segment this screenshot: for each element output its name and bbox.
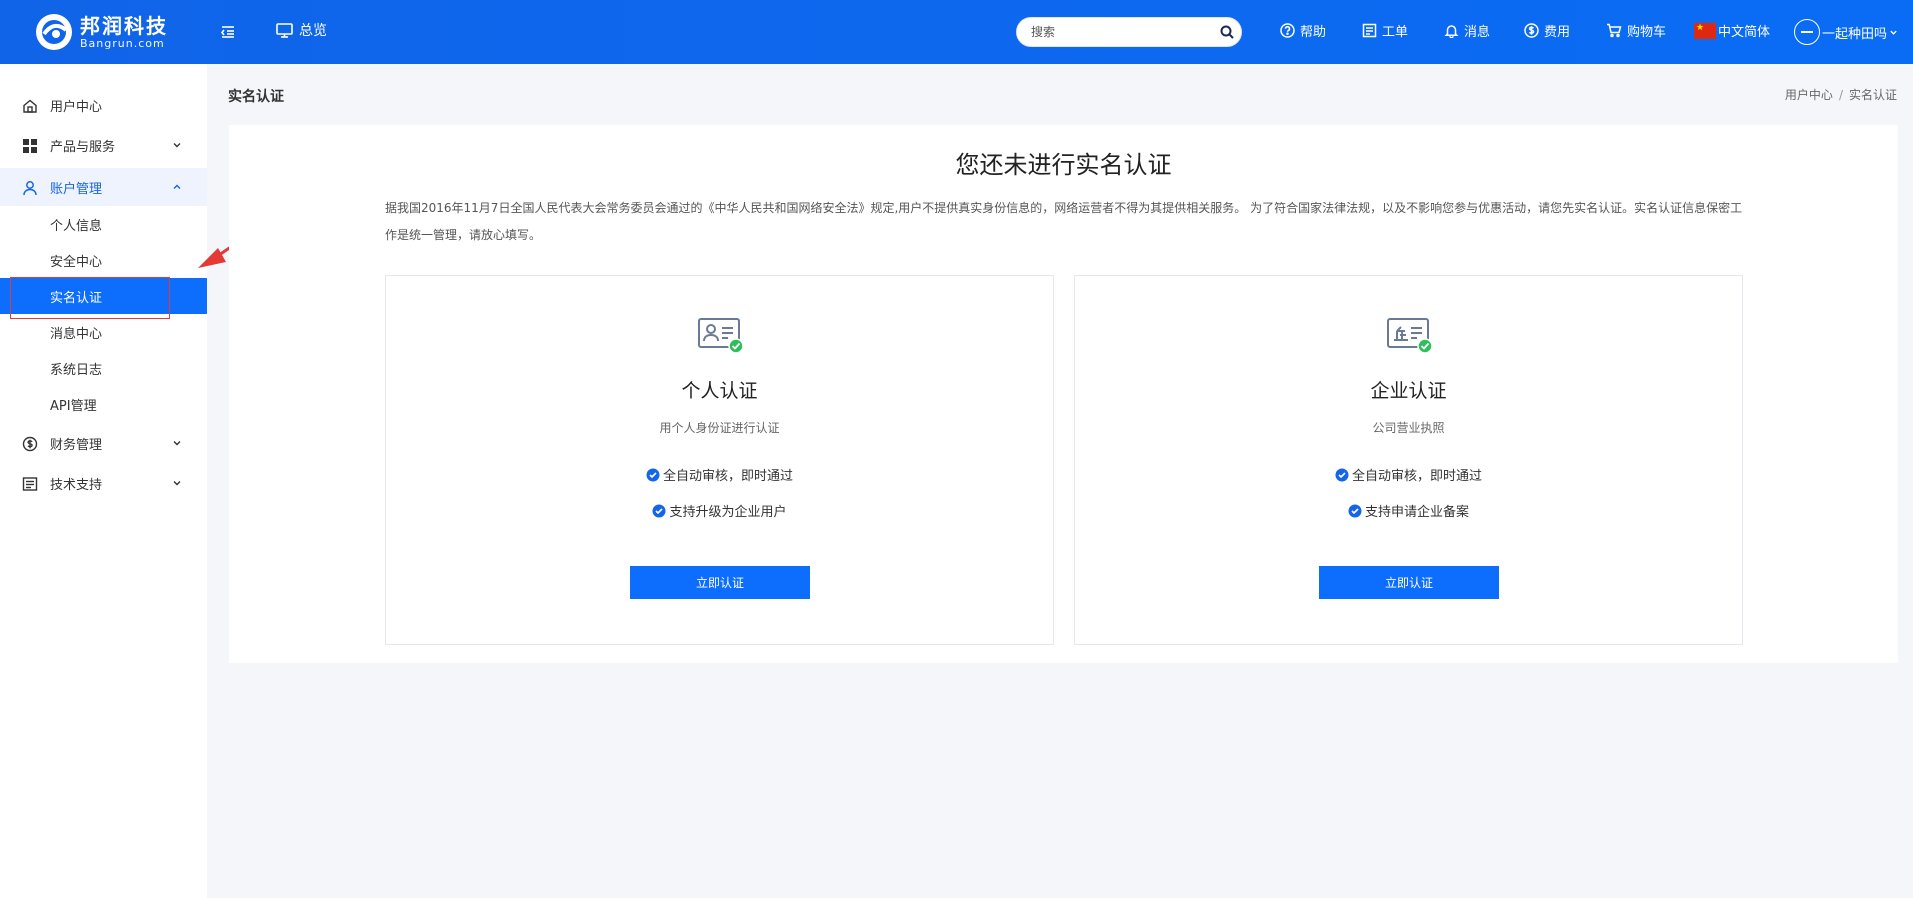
check-circle-icon xyxy=(1348,504,1362,517)
feature-text: 支持升级为企业用户 xyxy=(669,505,787,520)
dollar-icon xyxy=(22,436,38,452)
sidebar-item-label: 财务管理 xyxy=(50,437,103,453)
feature-item: 支持申请企业备案 xyxy=(1075,501,1742,520)
sidebar-subitem-label: API管理 xyxy=(50,398,97,414)
verification-panel: 您还未进行实名认证 据我国2016年11月7日全国人民代表大会常务委员会通过的《… xyxy=(229,125,1898,663)
sidebar-subitem-messages[interactable]: 消息中心 xyxy=(0,314,207,350)
feature-item: 全自动审核，即时通过 xyxy=(386,465,1053,484)
bell-icon xyxy=(1444,25,1459,38)
card-subtitle: 用个人身份证进行认证 xyxy=(659,421,780,435)
business-license-icon xyxy=(1387,318,1433,354)
sidebar-subitem-label: 消息中心 xyxy=(50,326,103,342)
check-circle-icon xyxy=(1335,468,1349,481)
feature-item: 支持升级为企业用户 xyxy=(386,501,1053,520)
top-header: 邦润科技 Bangrun.com 总览 帮助 工单 消息 费用 xyxy=(0,0,1913,64)
check-circle-icon xyxy=(652,504,666,517)
help-link[interactable]: 帮助 xyxy=(1280,21,1326,40)
breadcrumb: 用户中心 / 实名认证 xyxy=(1785,86,1897,103)
feature-text: 全自动审核，即时通过 xyxy=(1351,469,1482,484)
sidebar-item-products[interactable]: 产品与服务 xyxy=(0,127,207,163)
check-circle-icon xyxy=(646,468,660,481)
sidebar-subitem-system-log[interactable]: 系统日志 xyxy=(0,350,207,386)
id-card-icon xyxy=(698,318,744,354)
sidebar-subitem-api[interactable]: API管理 xyxy=(0,386,207,422)
card-title: 企业认证 xyxy=(1370,380,1447,402)
question-icon xyxy=(1280,23,1295,38)
cart-label: 购物车 xyxy=(1627,25,1667,40)
sidebar-item-finance[interactable]: 财务管理 xyxy=(0,425,207,461)
overview-link[interactable]: 总览 xyxy=(276,20,327,40)
search-icon[interactable] xyxy=(1213,18,1241,46)
page-title: 实名认证 xyxy=(228,89,284,105)
feature-text: 全自动审核，即时通过 xyxy=(662,469,793,484)
sidebar-subitem-label: 个人信息 xyxy=(50,218,103,234)
cart-link[interactable]: 购物车 xyxy=(1606,21,1666,40)
monitor-icon xyxy=(276,22,293,38)
search-input[interactable] xyxy=(1017,18,1213,46)
help-label: 帮助 xyxy=(1300,25,1327,40)
list-icon xyxy=(22,477,38,491)
ticket-label: 工单 xyxy=(1382,25,1409,40)
sidebar-subitem-label: 系统日志 xyxy=(50,362,103,378)
ticket-icon xyxy=(1362,23,1377,38)
avatar xyxy=(1794,19,1820,45)
message-label: 消息 xyxy=(1464,25,1491,40)
chevron-down-icon xyxy=(173,143,181,148)
sidebar-item-label: 产品与服务 xyxy=(50,139,116,155)
logo-text-en: Bangrun.com xyxy=(80,36,165,50)
chevron-down-icon xyxy=(1890,30,1897,35)
sidebar: 用户中心 产品与服务 账户管理 个人信息 安全中心 实名认证 消息中心 系统日志… xyxy=(0,64,207,898)
logo-text-cn: 邦润科技 xyxy=(80,13,168,38)
cost-label: 费用 xyxy=(1544,25,1571,40)
feature-item: 全自动审核，即时通过 xyxy=(1075,465,1742,484)
language-switch[interactable]: ★ 中文简体 xyxy=(1694,21,1770,40)
sidebar-subitem-label: 实名认证 xyxy=(50,290,103,306)
legal-notice: 据我国2016年11月7日全国人民代表大会常务委员会通过的《中华人民共和国网络安… xyxy=(385,201,1743,242)
menu-toggle-icon[interactable] xyxy=(220,24,236,40)
cart-icon xyxy=(1607,23,1622,38)
sidebar-item-account[interactable]: 账户管理 xyxy=(0,168,207,206)
verify-enterprise-button[interactable]: 立即认证 xyxy=(1319,566,1499,599)
overview-label: 总览 xyxy=(299,23,327,39)
breadcrumb-item[interactable]: 用户中心 xyxy=(1785,88,1833,102)
china-flag-icon: ★ xyxy=(1694,22,1716,39)
user-icon xyxy=(23,181,37,196)
verify-personal-button[interactable]: 立即认证 xyxy=(630,566,810,599)
feature-text: 支持申请企业备案 xyxy=(1364,505,1469,520)
card-subtitle: 公司营业执照 xyxy=(1372,421,1445,435)
home-icon xyxy=(23,99,37,113)
chevron-down-icon xyxy=(173,441,181,446)
sidebar-item-label: 账户管理 xyxy=(50,181,103,197)
chevron-up-icon xyxy=(173,184,181,189)
enterprise-verification-card: 企业认证 公司营业执照 全自动审核，即时通过 支持申请企业备案 立即认证 xyxy=(1074,275,1743,645)
sidebar-subitem-label: 安全中心 xyxy=(50,254,103,270)
sidebar-subitem-profile[interactable]: 个人信息 xyxy=(0,206,207,242)
sidebar-item-label: 用户中心 xyxy=(50,99,103,115)
sidebar-item-user-center[interactable]: 用户中心 xyxy=(0,87,207,123)
personal-verification-card: 个人认证 用个人身份证进行认证 全自动审核，即时通过 支持升级为企业用户 立即认… xyxy=(385,275,1054,645)
sidebar-item-label: 技术支持 xyxy=(50,477,103,493)
dollar-circle-icon xyxy=(1524,23,1539,38)
panel-title: 您还未进行实名认证 xyxy=(955,151,1172,179)
search-box xyxy=(1016,17,1242,47)
chevron-down-icon xyxy=(173,481,181,486)
logo-icon xyxy=(34,12,74,52)
user-name: 一起种田吗 xyxy=(1822,26,1888,42)
grid-icon xyxy=(23,139,37,153)
language-label: 中文简体 xyxy=(1718,25,1771,40)
breadcrumb-item: 实名认证 xyxy=(1848,88,1897,102)
user-menu[interactable]: 一起种田吗 xyxy=(1794,19,1903,45)
card-title: 个人认证 xyxy=(681,380,758,402)
sidebar-subitem-real-name[interactable]: 实名认证 xyxy=(0,278,207,314)
breadcrumb-separator: / xyxy=(1838,88,1843,102)
ticket-link[interactable]: 工单 xyxy=(1362,21,1408,40)
message-link[interactable]: 消息 xyxy=(1444,21,1490,40)
sidebar-subitem-security[interactable]: 安全中心 xyxy=(0,242,207,278)
sidebar-item-tech-support[interactable]: 技术支持 xyxy=(0,465,207,501)
logo[interactable]: 邦润科技 Bangrun.com xyxy=(34,12,168,52)
cost-link[interactable]: 费用 xyxy=(1524,21,1570,40)
